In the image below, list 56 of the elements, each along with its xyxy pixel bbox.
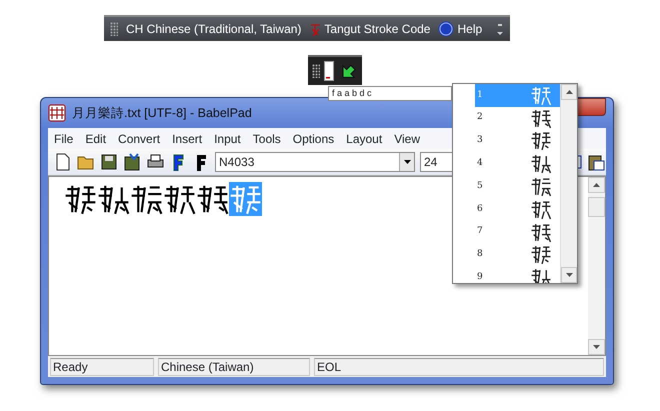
up-arrow-icon	[566, 90, 572, 94]
save-all-icon[interactable]	[123, 153, 141, 171]
caret-icon	[404, 160, 410, 164]
scroll-thumb[interactable]	[588, 197, 605, 217]
character-drawing	[529, 130, 553, 152]
menu-item[interactable]: Tools	[252, 130, 281, 148]
menu-item[interactable]: View	[394, 130, 420, 148]
options-icon[interactable]	[496, 22, 504, 36]
character-drawing	[529, 108, 553, 129]
menu-item[interactable]: Edit	[85, 130, 106, 148]
menu-item[interactable]: Layout	[346, 130, 382, 148]
input-mode-icon[interactable]	[324, 61, 334, 81]
new-file-icon[interactable]	[54, 153, 72, 171]
input-method-button[interactable]: Tangut Stroke Code	[309, 20, 430, 38]
candidate-item[interactable]: 7	[475, 220, 560, 244]
character-drawing	[529, 222, 553, 243]
character-drawing	[529, 176, 553, 198]
menu-item[interactable]: File	[54, 130, 74, 148]
candidate-item[interactable]: 6	[475, 198, 560, 221]
candidate-item[interactable]: 5	[475, 175, 560, 198]
down-arrow-icon	[566, 273, 572, 277]
paste-icon[interactable]	[588, 153, 606, 171]
status-text: EOL	[314, 358, 604, 376]
grip-icon[interactable]	[110, 22, 118, 36]
character-drawing	[529, 198, 553, 220]
up-arrow-icon	[593, 183, 600, 187]
status-text: Chinese (Taiwan)	[158, 358, 310, 376]
composition-text: f a a b d c	[328, 86, 452, 101]
candidate-item[interactable]: 9	[475, 266, 560, 283]
down-arrow-icon	[593, 345, 600, 349]
grip-icon[interactable]	[312, 64, 320, 78]
font-dropdown[interactable]: N4033	[215, 152, 415, 172]
scroll-down-button[interactable]	[588, 339, 605, 355]
app-icon[interactable]	[48, 104, 66, 122]
menu-item[interactable]: Insert	[172, 130, 202, 148]
menu-item[interactable]: Convert	[118, 130, 160, 148]
help-button[interactable]: Help	[438, 20, 482, 38]
status-text: Ready	[50, 358, 154, 376]
candidate-item[interactable]: 3	[475, 130, 560, 152]
menu-item[interactable]: Options	[292, 130, 334, 148]
window-title: 月月樂詩.txt [UTF-8] - BabelPad	[72, 104, 252, 122]
scroll-down-button[interactable]	[561, 267, 577, 283]
language-button[interactable]: CH Chinese (Traditional, Taiwan)	[126, 20, 302, 38]
candidate-item[interactable]: 4	[475, 152, 560, 176]
menu-item[interactable]: Input	[214, 130, 241, 148]
save-icon[interactable]	[100, 153, 118, 171]
character-drawing	[529, 244, 553, 266]
scroll-up-button[interactable]	[561, 84, 577, 100]
character-drawing	[529, 153, 553, 174]
dropdown-button[interactable]	[399, 153, 414, 171]
candidate-item[interactable]: 2	[475, 106, 560, 130]
candidate-item[interactable]: 8	[475, 244, 560, 266]
character-drawing	[529, 267, 553, 283]
character-drawing	[529, 84, 553, 106]
help-icon[interactable]	[438, 21, 454, 37]
scroll-up-button[interactable]	[588, 177, 605, 193]
